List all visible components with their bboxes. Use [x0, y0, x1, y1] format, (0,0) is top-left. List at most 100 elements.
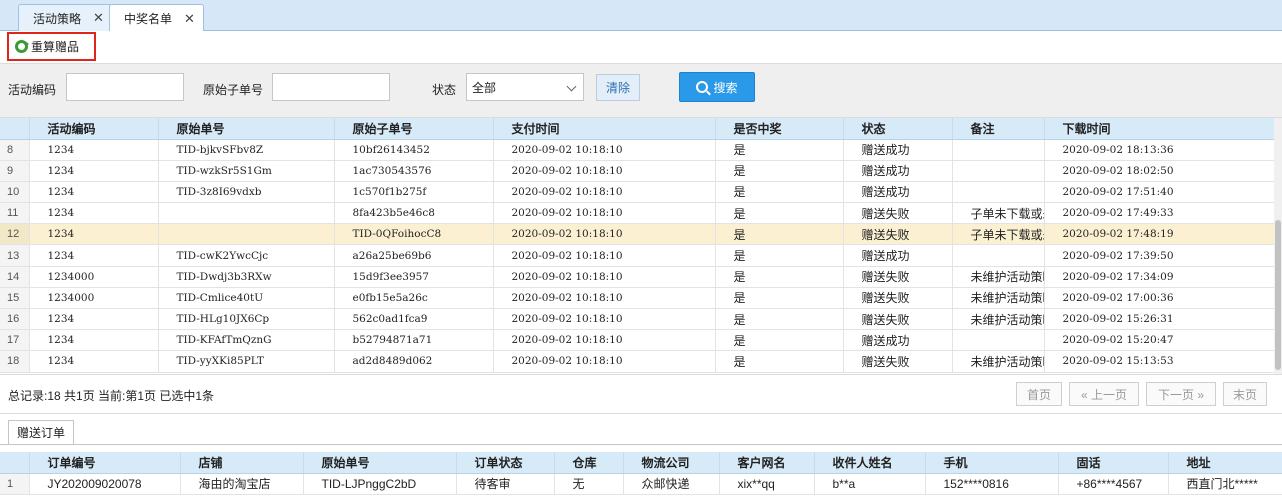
cell: 赠送失败: [843, 223, 953, 246]
sub-order-input[interactable]: [272, 73, 390, 101]
cell: [158, 223, 335, 246]
column-header[interactable]: 物流公司: [623, 452, 720, 474]
prev-page-button[interactable]: « 上一页: [1069, 382, 1139, 406]
cell: 2020-09-02 18:02:50: [1044, 160, 1282, 182]
table-row[interactable]: 9 1234 TID-wzkSr5S1Gm 1ac730543576 2020-09-0…: [0, 160, 1282, 182]
cell: 2020-09-02 10:18:10: [493, 223, 716, 246]
column-header[interactable]: 收件人姓名: [814, 452, 926, 474]
cell: xix**qq: [719, 473, 815, 495]
grid-body: 8 1234 TID-bjkvSFbv8Z 10bf26143452 2020-09-0…: [0, 139, 1282, 373]
tab-winner-list[interactable]: 中奖名单 ✕: [109, 4, 204, 32]
row-number: 11: [0, 202, 30, 225]
column-header[interactable]: 原始子单号: [334, 118, 494, 140]
cell: 西直门北*****: [1168, 473, 1282, 495]
cell: 152****0816: [925, 473, 1059, 495]
cell: a26a25be69b6: [334, 244, 494, 267]
column-header[interactable]: 客户网名: [719, 452, 815, 474]
table-row-selected[interactable]: 12 1234 TID-0QFoihocC8 2020-09-02 10:18:10 是…: [0, 223, 1282, 246]
divider: [0, 444, 1282, 445]
table-row[interactable]: 14 1234000 TID-Dwdj3b3RXw 15d9f3ee3957 2020-…: [0, 266, 1282, 288]
tab-label: 中奖名单: [124, 12, 173, 26]
cell: 赠送失败: [843, 350, 953, 373]
tab-bar: 活动策略 ✕ 中奖名单 ✕: [0, 0, 1282, 32]
column-header[interactable]: 店铺: [180, 452, 304, 474]
winner-grid: 活动编码 原始单号 原始子单号 支付时间 是否中奖 状态 备注 下载时间 8 12…: [0, 118, 1282, 373]
table-row[interactable]: 8 1234 TID-bjkvSFbv8Z 10bf26143452 2020-09-0…: [0, 139, 1282, 161]
row-number: 1: [0, 473, 30, 495]
row-number: 16: [0, 308, 30, 331]
column-header[interactable]: 原始单号: [158, 118, 335, 140]
cell: 未维护活动策略: [952, 287, 1045, 310]
next-page-button[interactable]: 下一页 »: [1146, 382, 1216, 406]
cell: 2020-09-02 17:48:19: [1044, 223, 1282, 246]
table-row[interactable]: 1 JY202009020078 海由的淘宝店 TID-LJPnggC2bD 待…: [0, 473, 1282, 495]
cell: 10bf26143452: [334, 139, 494, 161]
cell: 是: [715, 202, 844, 225]
table-row[interactable]: 18 1234 TID-yyXKi85PLT ad2d8489d062 2020-09-…: [0, 350, 1282, 373]
cell: 是: [715, 181, 844, 204]
last-page-button[interactable]: 末页: [1223, 382, 1267, 406]
cell: 1234000: [29, 266, 159, 288]
row-number-header: [0, 118, 30, 140]
sub-order-label: 原始子单号: [203, 83, 264, 97]
column-header[interactable]: 手机: [925, 452, 1059, 474]
column-header[interactable]: 备注: [952, 118, 1045, 140]
first-page-button[interactable]: 首页: [1016, 382, 1062, 406]
cell: 是: [715, 266, 844, 288]
cell: 2020-09-02 18:13:36: [1044, 139, 1282, 161]
table-row[interactable]: 10 1234 TID-3z8I69vdxb 1c570f1b275f 2020-09-…: [0, 181, 1282, 204]
close-icon[interactable]: ✕: [184, 11, 195, 27]
column-header[interactable]: 订单编号: [29, 452, 181, 474]
activity-code-input[interactable]: [66, 73, 184, 101]
cell: 562c0ad1fca9: [334, 308, 494, 331]
cell: 2020-09-02 15:26:31: [1044, 308, 1282, 331]
column-header[interactable]: 支付时间: [493, 118, 716, 140]
cell: 2020-09-02 17:39:50: [1044, 244, 1282, 267]
table-row[interactable]: 15 1234000 TID-Cmlice40tU e0fb15e5a26c 2020-…: [0, 287, 1282, 310]
column-header[interactable]: 地址: [1168, 452, 1282, 474]
cell: TID-Cmlice40tU: [158, 287, 335, 310]
row-number: 10: [0, 181, 30, 204]
cell: 2020-09-02 10:18:10: [493, 308, 716, 331]
table-row[interactable]: 11 1234 8fa423b5e46c8 2020-09-02 10:18:10 是赠…: [0, 202, 1282, 225]
cell: TID-3z8I69vdxb: [158, 181, 335, 204]
chevron-down-icon: [566, 81, 577, 92]
tab-gift-orders[interactable]: 赠送订单: [8, 420, 75, 444]
cell: 是: [715, 329, 844, 352]
cell: 2020-09-02 17:51:40: [1044, 181, 1282, 204]
recalc-gift-button[interactable]: 重算赠品: [7, 32, 96, 61]
row-number: 17: [0, 329, 30, 352]
column-header[interactable]: 下载时间: [1044, 118, 1282, 140]
close-icon[interactable]: ✕: [93, 10, 104, 26]
column-header[interactable]: 仓库: [554, 452, 624, 474]
cell: 是: [715, 139, 844, 161]
column-header[interactable]: 订单状态: [456, 452, 555, 474]
status-select[interactable]: 全部: [466, 73, 584, 101]
table-row[interactable]: 17 1234 TID-KFAfTmQznG b52794871a71 2020-09-…: [0, 329, 1282, 352]
cell: TID-Dwdj3b3RXw: [158, 266, 335, 288]
cell: TID-bjkvSFbv8Z: [158, 139, 335, 161]
cell: 众邮快递: [623, 473, 720, 495]
cell: JY202009020078: [29, 473, 181, 495]
cell: 1ac730543576: [334, 160, 494, 182]
column-header[interactable]: 是否中奖: [715, 118, 844, 140]
cell: 是: [715, 223, 844, 246]
cell: 待客审: [456, 473, 555, 495]
table-row[interactable]: 13 1234 TID-cwK2YwcCjc a26a25be69b6 2020-09-…: [0, 244, 1282, 267]
column-header[interactable]: 原始单号: [303, 452, 457, 474]
grid-scrollbar[interactable]: [1274, 118, 1282, 374]
table-row[interactable]: 16 1234 TID-HLg10JX6Cp 562c0ad1fca9 2020-09-…: [0, 308, 1282, 331]
column-header[interactable]: 活动编码: [29, 118, 159, 140]
search-button[interactable]: 搜索: [679, 72, 755, 102]
cell: 2020-09-02 10:18:10: [493, 350, 716, 373]
grid-header-row: 订单编号 店铺 原始单号 订单状态 仓库 物流公司 客户网名 收件人姓名 手机 …: [0, 452, 1282, 474]
clear-button[interactable]: 清除: [596, 74, 640, 101]
scrollbar-thumb[interactable]: [1275, 220, 1281, 370]
tab-label: 活动策略: [33, 11, 82, 26]
cell: 赠送失败: [843, 287, 953, 310]
tab-activity-strategy[interactable]: 活动策略 ✕: [18, 4, 113, 31]
column-header[interactable]: 状态: [843, 118, 953, 140]
column-header[interactable]: 固话: [1058, 452, 1169, 474]
cell: 1234: [29, 139, 159, 161]
toolbar: 重算赠品: [0, 31, 1282, 63]
